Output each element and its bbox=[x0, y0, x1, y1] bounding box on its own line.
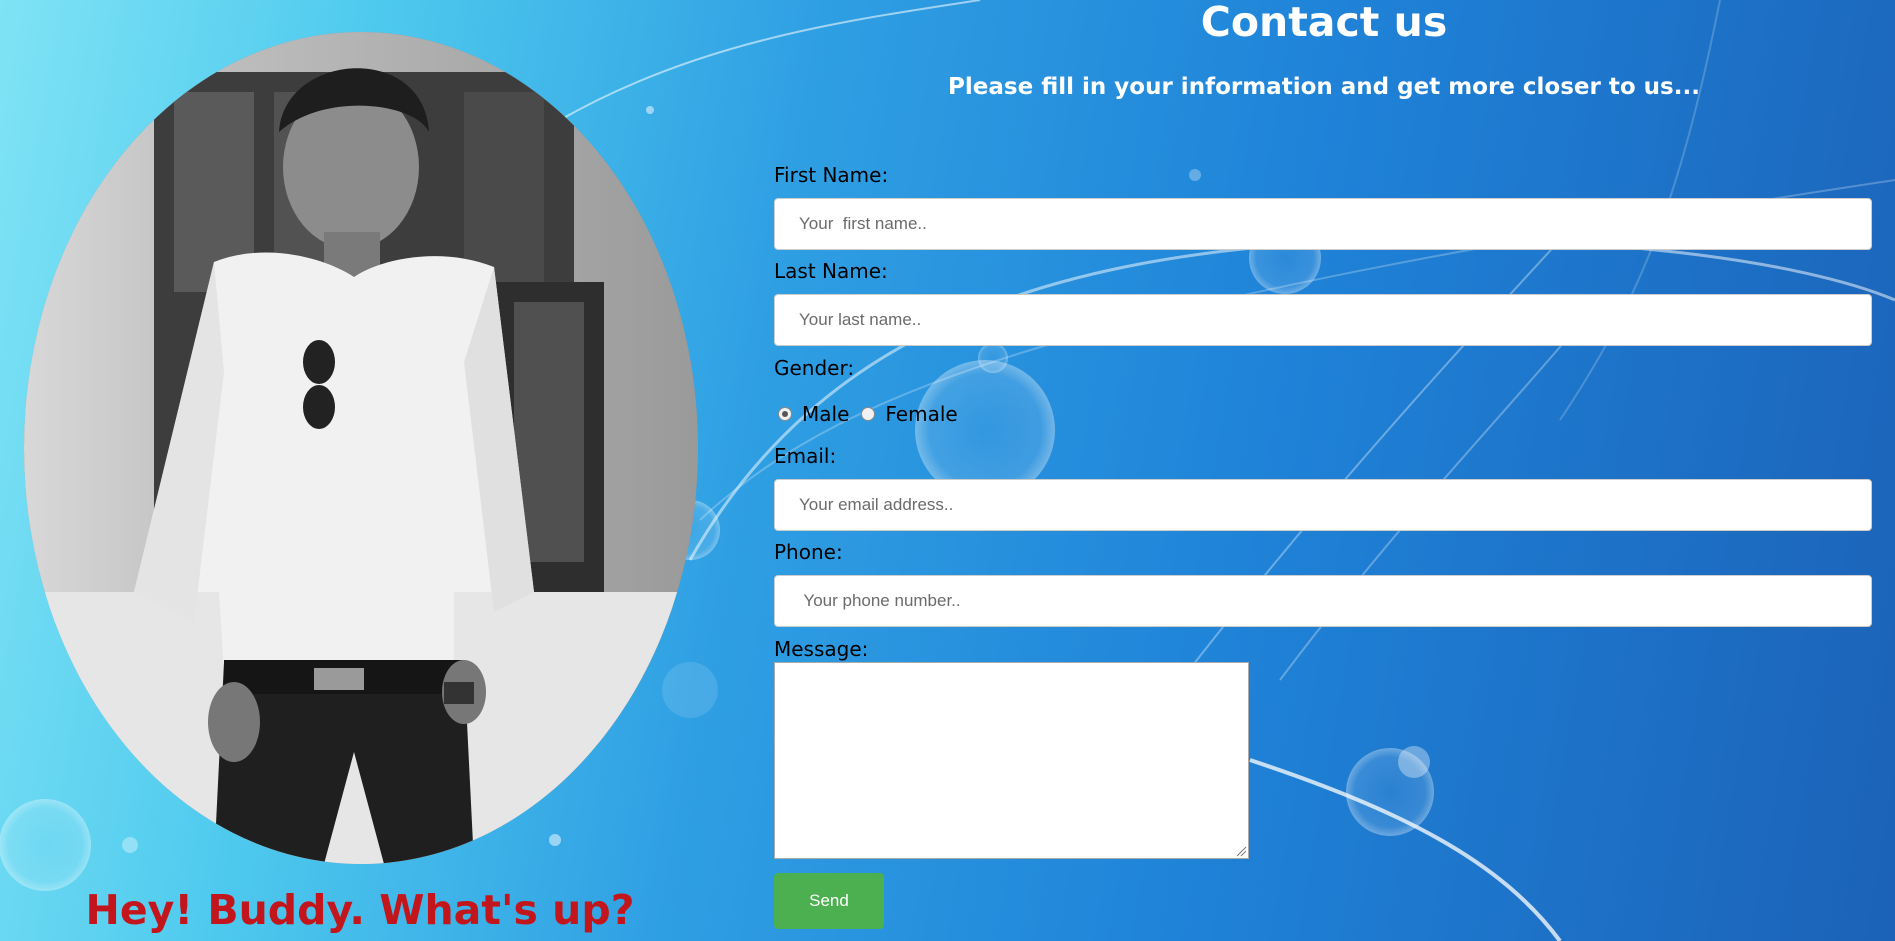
tagline: Hey! Buddy. What's up? bbox=[85, 886, 635, 934]
first-name-label: First Name: bbox=[774, 163, 889, 187]
last-name-input[interactable] bbox=[774, 294, 1872, 346]
gender-female-radio[interactable] bbox=[861, 407, 876, 421]
profile-photo bbox=[24, 32, 698, 864]
phone-label: Phone: bbox=[774, 540, 843, 564]
page-title: Contact us bbox=[1200, 0, 1448, 46]
gender-male-radio[interactable] bbox=[778, 407, 792, 421]
message-label: Message: bbox=[774, 637, 869, 661]
gender-male-label: Male bbox=[802, 402, 850, 426]
message-textarea[interactable] bbox=[774, 662, 1249, 859]
email-input[interactable] bbox=[774, 479, 1872, 531]
phone-input[interactable] bbox=[774, 575, 1872, 627]
radio-selected-dot bbox=[782, 411, 788, 417]
first-name-input[interactable] bbox=[774, 198, 1872, 250]
gender-radio-group: Male Female bbox=[778, 400, 970, 428]
email-label: Email: bbox=[774, 444, 837, 468]
send-button[interactable]: Send bbox=[774, 873, 884, 929]
resize-grip-icon[interactable] bbox=[1236, 846, 1247, 857]
gender-label: Gender: bbox=[774, 356, 855, 380]
gender-female-label: Female bbox=[885, 402, 958, 426]
profile-photo-illustration bbox=[24, 32, 698, 864]
page-subtitle: Please fill in your information and get … bbox=[948, 74, 1700, 100]
last-name-label: Last Name: bbox=[774, 259, 888, 283]
